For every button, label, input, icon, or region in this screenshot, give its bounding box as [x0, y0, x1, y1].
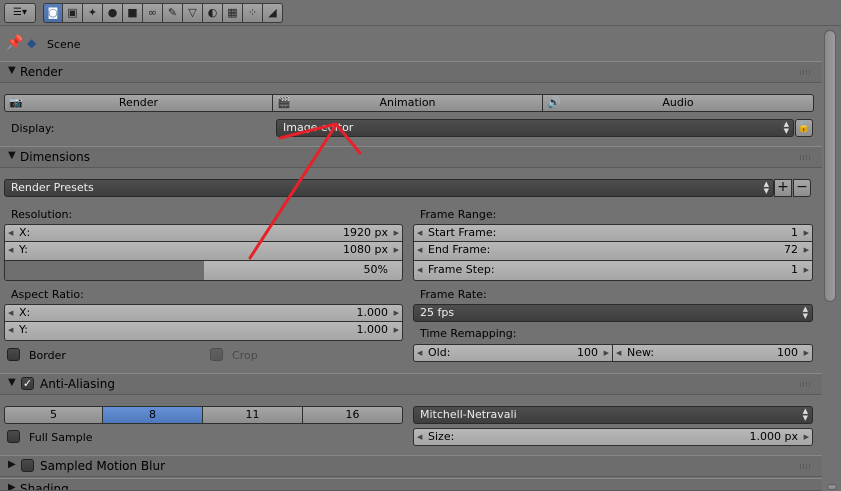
annotation-arrow	[248, 122, 362, 260]
arrow-shaft	[248, 123, 338, 260]
